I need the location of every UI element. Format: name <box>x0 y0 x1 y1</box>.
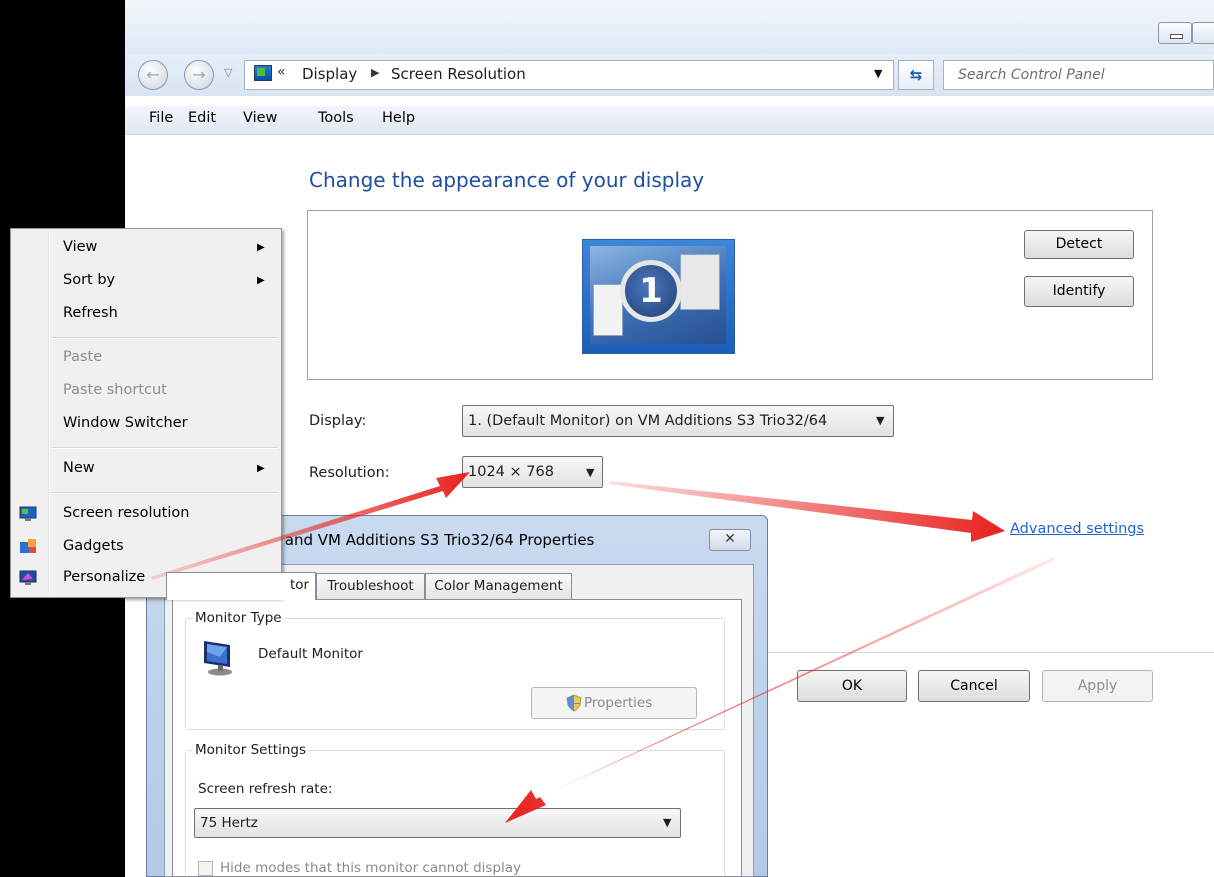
menu-tools[interactable]: Tools <box>318 110 354 126</box>
properties-button-label: Properties <box>584 695 653 711</box>
resolution-select-value: 1024 × 768 <box>468 464 554 480</box>
refresh-rate-value: 75 Hertz <box>200 815 258 831</box>
divider <box>765 652 1214 653</box>
refresh-button[interactable]: ⇆ <box>898 60 934 90</box>
tab-color-management[interactable]: Color Management <box>425 573 572 599</box>
breadcrumb-display[interactable]: Display <box>302 65 357 83</box>
monitor-settings-heading: Monitor Settings <box>193 742 308 758</box>
chevron-down-icon: ▼ <box>586 466 595 479</box>
back-arrow-icon: ← <box>146 65 160 84</box>
menu-file[interactable]: File <box>149 110 173 126</box>
chevron-down-icon: ▼ <box>663 816 672 829</box>
context-item-window-switcher[interactable]: Window Switcher <box>63 415 188 431</box>
dialog-title: r) and VM Additions S3 Trio32/64 Propert… <box>268 531 595 549</box>
advanced-settings-link[interactable]: Advanced settings <box>1010 521 1144 537</box>
monitor-number-badge: 1 <box>620 260 682 322</box>
preview-window <box>593 284 623 336</box>
page-title: Change the appearance of your display <box>309 168 705 192</box>
menu-help[interactable]: Help <box>382 110 415 126</box>
gadgets-icon <box>20 539 36 553</box>
menu-edit[interactable]: Edit <box>188 110 216 126</box>
context-item-sort-by[interactable]: Sort by <box>63 272 115 288</box>
context-item-personalize[interactable]: Personalize <box>63 569 145 585</box>
apply-button[interactable]: Apply <box>1042 670 1153 702</box>
breadcrumb-arrow-icon[interactable]: ▶ <box>371 66 379 79</box>
chevron-down-icon: ▼ <box>876 414 885 427</box>
monitor-name: Default Monitor <box>258 646 363 662</box>
submenu-arrow-icon: ▶ <box>257 463 265 474</box>
menu-separator <box>52 492 278 494</box>
hide-modes-checkbox[interactable] <box>198 861 213 876</box>
menu-separator <box>52 447 278 449</box>
title-bar <box>125 0 1214 54</box>
personalize-icon <box>19 570 37 585</box>
submenu-arrow-icon: ▶ <box>257 242 265 253</box>
refresh-icon: ⇆ <box>909 66 923 84</box>
minimize-button[interactable] <box>1158 22 1192 44</box>
menu-view[interactable]: View <box>243 110 277 126</box>
close-icon: ✕ <box>724 531 736 547</box>
preview-window <box>680 254 720 310</box>
address-dropdown-icon[interactable]: ▼ <box>874 67 882 80</box>
tab-monitor-label: tor <box>290 577 310 593</box>
context-item-paste-shortcut[interactable]: Paste shortcut <box>63 382 167 398</box>
submenu-arrow-icon: ▶ <box>257 275 265 286</box>
context-item-paste[interactable]: Paste <box>63 349 102 365</box>
context-item-gadgets[interactable]: Gadgets <box>63 538 124 554</box>
refresh-rate-select[interactable] <box>194 808 681 838</box>
display-label: Display: <box>309 413 367 429</box>
display-select-value: 1. (Default Monitor) on VM Additions S3 … <box>468 413 828 429</box>
context-item-refresh[interactable]: Refresh <box>63 305 118 321</box>
context-item-view[interactable]: View <box>63 239 97 255</box>
detect-button[interactable]: Detect <box>1024 230 1134 259</box>
tab-troubleshoot[interactable]: Troubleshoot <box>316 573 425 599</box>
identify-button[interactable]: Identify <box>1024 276 1134 307</box>
monitor-type-heading: Monitor Type <box>193 610 284 626</box>
screen-resolution-icon <box>19 506 37 521</box>
recent-pages-dropdown-icon[interactable]: ▽ <box>224 66 232 79</box>
close-button[interactable]: ✕ <box>709 529 751 551</box>
resolution-label: Resolution: <box>309 465 390 481</box>
search-input[interactable] <box>958 65 1198 85</box>
forward-button[interactable]: → <box>184 60 214 90</box>
ok-button[interactable]: OK <box>797 670 907 702</box>
hide-modes-label: Hide modes that this monitor cannot disp… <box>220 860 522 876</box>
breadcrumb-screen-resolution[interactable]: Screen Resolution <box>391 65 526 83</box>
context-item-screen-resolution[interactable]: Screen resolution <box>63 505 189 521</box>
breadcrumb-overflow[interactable]: « <box>277 64 286 80</box>
menu-bar <box>125 106 1214 135</box>
maximize-button[interactable] <box>1192 22 1214 44</box>
context-item-new[interactable]: New <box>63 460 95 476</box>
cancel-button[interactable]: Cancel <box>918 670 1030 702</box>
control-panel-icon <box>254 65 272 81</box>
menu-separator <box>52 337 278 339</box>
refresh-rate-label: Screen refresh rate: <box>198 781 333 797</box>
back-button[interactable]: ← <box>138 60 168 90</box>
monitor-icon <box>204 641 232 676</box>
forward-arrow-icon: → <box>192 65 206 84</box>
uac-shield-icon <box>566 694 582 712</box>
context-menu <box>10 228 282 598</box>
context-menu-gutter <box>48 232 50 594</box>
